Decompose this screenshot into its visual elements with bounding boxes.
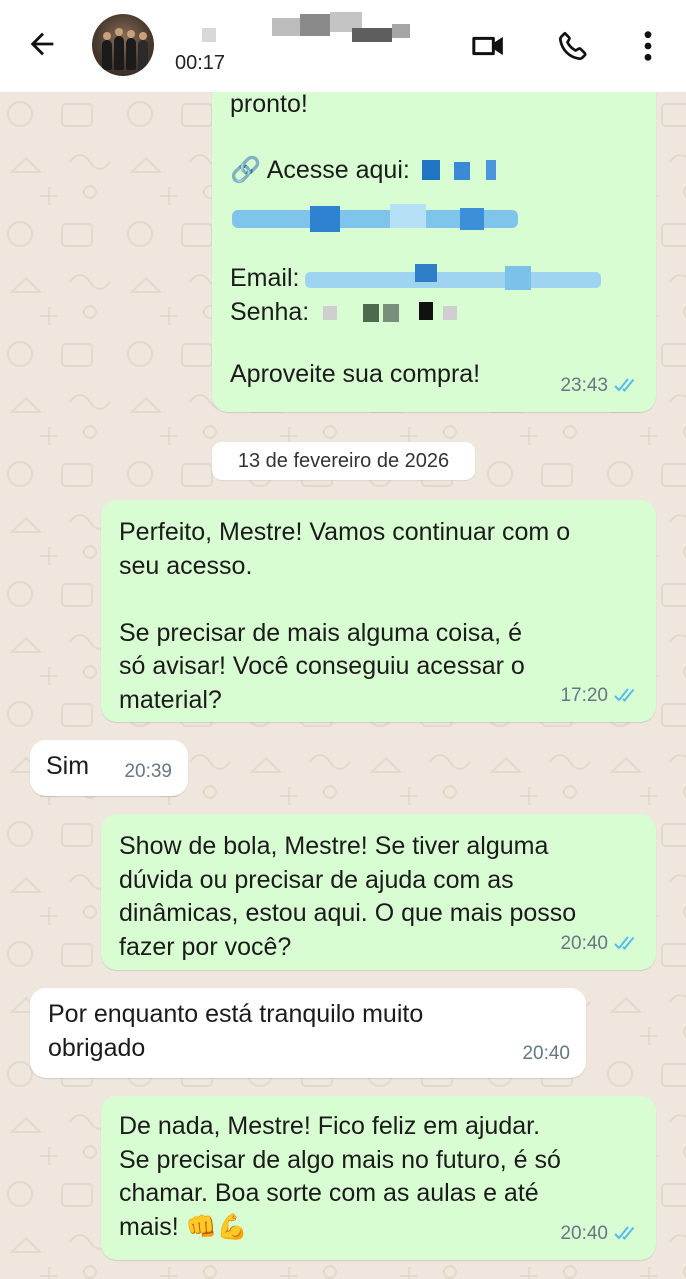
chat-header: 00:17 <box>0 0 686 92</box>
message-outgoing[interactable]: Perfeito, Mestre! Vamos continuar com o … <box>101 500 656 722</box>
message-text: Por enquanto está tranquilo muito obriga… <box>48 1000 424 1062</box>
access-link-row: 🔗 Acesse aqui: <box>230 154 510 188</box>
email-row: Email: <box>230 262 605 296</box>
message-time: 20:39 <box>124 760 172 782</box>
password-label: Senha: <box>230 298 310 326</box>
redacted-link[interactable] <box>420 159 510 182</box>
arrow-left-icon <box>30 32 54 56</box>
voice-call-button[interactable] <box>551 24 595 68</box>
message-incoming[interactable]: Por enquanto está tranquilo muito obriga… <box>30 988 586 1078</box>
video-call-button[interactable] <box>467 24 511 68</box>
message-time: 20:40 <box>522 1042 570 1064</box>
read-ticks-icon <box>614 936 635 951</box>
phone-icon <box>558 31 587 61</box>
message-time: 17:20 <box>560 684 608 706</box>
email-label: Email: <box>230 264 300 292</box>
message-meta: 20:40 <box>560 927 640 961</box>
back-button[interactable] <box>22 24 62 64</box>
message-meta: 23:43 <box>560 369 640 403</box>
more-options-button[interactable] <box>626 24 670 68</box>
message-outgoing[interactable]: Show de bola, Mestre! Se tiver alguma dú… <box>101 814 656 970</box>
message-text: Aproveite sua compra! <box>230 360 481 388</box>
message-meta: 20:40 <box>560 1217 640 1251</box>
message-text: pronto! <box>230 92 308 118</box>
message-meta: 20:39 <box>124 755 172 789</box>
more-vertical-icon <box>644 31 652 61</box>
last-seen-time: 00:17 <box>175 52 226 74</box>
redacted-password <box>323 300 473 326</box>
message-meta: 20:40 <box>522 1037 570 1071</box>
contact-avatar[interactable] <box>92 14 154 76</box>
password-row: Senha: <box>230 296 473 330</box>
date-separator: 13 de fevereiro de 2026 <box>212 442 475 480</box>
message-time: 20:40 <box>560 932 608 954</box>
message-outgoing-credentials[interactable]: pronto! 🔗 Acesse aqui: Email: Senha: Apr… <box>212 92 656 412</box>
redacted-email <box>305 263 605 294</box>
message-meta: 17:20 <box>560 679 640 713</box>
read-ticks-icon <box>614 688 635 703</box>
message-incoming[interactable]: Sim 20:39 <box>30 740 188 796</box>
video-call-icon <box>472 36 503 56</box>
read-ticks-icon <box>614 378 635 393</box>
chat-area[interactable]: pronto! 🔗 Acesse aqui: Email: Senha: Apr… <box>0 92 686 1279</box>
message-outgoing[interactable]: De nada, Mestre! Fico feliz em ajudar. S… <box>101 1096 656 1260</box>
message-time: 23:43 <box>560 374 608 396</box>
redacted-link-continuation[interactable] <box>230 202 520 236</box>
contact-name-redacted[interactable] <box>202 10 432 44</box>
access-link-label: 🔗 Acesse aqui: <box>230 156 410 184</box>
message-time: 20:40 <box>560 1222 608 1244</box>
read-ticks-icon <box>614 1226 635 1241</box>
